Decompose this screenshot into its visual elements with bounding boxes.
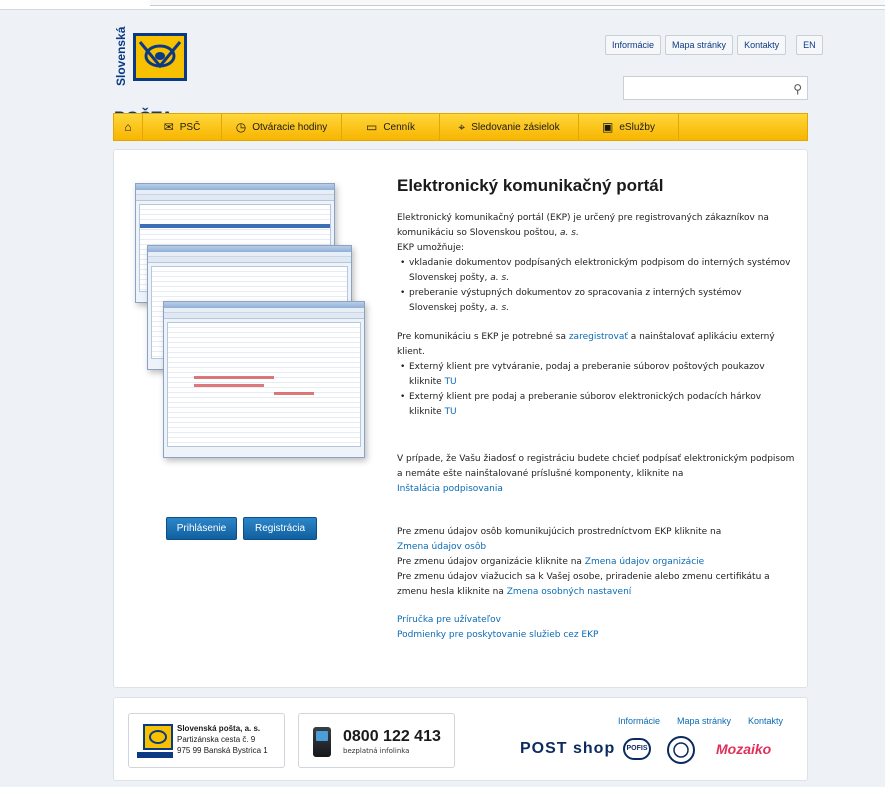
change-persons-text: Pre zmenu údajov osôb komunikujúcich pro… [397, 527, 722, 537]
footer-link-info[interactable]: Informácie [618, 716, 660, 726]
footer-phone-box: 0800 122 413 bezplatná infolinka [298, 713, 455, 768]
changes-block: Pre zmenu údajov osôb komunikujúcich pro… [397, 525, 797, 600]
intro-line-2: komunikáciu so Slovenskou poštou, a. s. [397, 228, 579, 238]
install-signing-link[interactable]: Inštalácia podpisovania [397, 482, 797, 497]
client-1-cont: kliknite TU [409, 377, 457, 387]
screenshot-window-3 [163, 301, 365, 458]
envelope-search-icon: ✉ [163, 120, 174, 134]
top-link-sitemap[interactable]: Mapa stránky [665, 35, 734, 55]
docs-block: Príručka pre užívateľov Podmienky pre po… [397, 613, 797, 643]
logo-vertical-text: Slovenská [114, 26, 128, 86]
sign-line-1: V prípade, že Vašu žiadosť o registráciu… [397, 454, 795, 464]
posta-mini-logo-icon [137, 724, 173, 758]
register-button[interactable]: Registrácia [243, 517, 317, 540]
nav-eservices[interactable]: ▣ eSlužby [579, 114, 679, 140]
footer-city: 975 99 Banská Bystrica 1 [177, 746, 268, 755]
signing-block: V prípade, že Vašu žiadosť o registráciu… [397, 452, 797, 497]
top-link-contacts[interactable]: Kontakty [737, 35, 787, 55]
pofis-logo[interactable]: POFIS [623, 738, 651, 760]
price-tag-icon: ▭ [365, 120, 378, 134]
bullet-1: vkladanie dokumentov podpísaných elektro… [397, 256, 797, 271]
postshop-logo[interactable]: POST shop [520, 740, 615, 758]
enables-label: EKP umožňuje: [397, 243, 465, 253]
app-screenshots-illustration [135, 183, 365, 458]
change-personal-text: Pre zmenu údajov viažucich sa k Vašej os… [397, 572, 770, 582]
emblem-logo-icon[interactable] [666, 735, 696, 765]
top-shade [150, 0, 885, 6]
footer-address-box: Slovenská pošta, a. s. Partizánska cesta… [128, 713, 285, 768]
footer-phone-sub: bezplatná infolinka [343, 747, 410, 755]
page-title: Elektronický komunikačný portál [397, 176, 664, 195]
nav-tracking-label: Sledovanie zásielok [471, 121, 560, 133]
nav-pricelist-label: Cenník [383, 121, 416, 133]
main-nav: ⌂ ✉ PSČ ◷ Otváracie hodiny ▭ Cenník ⌖ Sledov… [113, 113, 808, 141]
footer-link-contacts[interactable]: Kontakty [748, 716, 783, 726]
top-links: Informácie Mapa stránky Kontakty EN [605, 35, 823, 55]
posta-logo[interactable]: Slovenská POŠTA [112, 26, 192, 127]
change-personal-line-2: zmenu hesla kliknite na Zmena osobných n… [397, 587, 632, 597]
nav-psc[interactable]: ✉ PSČ [143, 114, 222, 140]
post-horn-icon [133, 33, 187, 81]
client-1-link[interactable]: TU [445, 377, 457, 387]
nav-psc-label: PSČ [179, 121, 201, 133]
mozaiko-logo[interactable]: Mozaiko [716, 741, 771, 757]
client-2: Externý klient pre podaj a preberanie sú… [397, 390, 797, 405]
nav-opening-hours-label: Otváracie hodiny [252, 121, 328, 133]
register-link[interactable]: zaregistrovať [569, 332, 628, 342]
footer-address: Slovenská pošta, a. s. Partizánska cesta… [177, 723, 268, 756]
top-link-en[interactable]: EN [796, 35, 823, 55]
bullet-1-cont: Slovenskej pošty, a. s. [409, 273, 510, 283]
nav-eservices-label: eSlužby [619, 121, 655, 133]
phone-icon [313, 727, 331, 757]
clock-icon: ◷ [235, 120, 247, 134]
footer-street: Partizánska cesta č. 9 [177, 735, 256, 744]
registration-block: Pre komunikáciu s EKP je potrebné sa zar… [397, 330, 797, 420]
intro-block: Elektronický komunikačný portál (EKP) je… [397, 211, 797, 316]
client-2-link[interactable]: TU [445, 407, 457, 417]
nav-opening-hours[interactable]: ◷ Otváracie hodiny [222, 114, 342, 140]
browser-top-strip [0, 0, 885, 10]
location-pin-icon: ⌖ [458, 119, 466, 134]
home-icon: ⌂ [124, 120, 132, 134]
nav-tracking[interactable]: ⌖ Sledovanie zásielok [440, 114, 579, 140]
user-manual-link[interactable]: Príručka pre užívateľov [397, 613, 797, 628]
nav-home[interactable]: ⌂ [114, 114, 143, 140]
intro-line-1: Elektronický komunikačný portál (EKP) je… [397, 213, 769, 223]
registration-line: Pre komunikáciu s EKP je potrebné sa zar… [397, 332, 775, 342]
sign-line-2: a nemáte ešte nainštalované príslušné ko… [397, 469, 684, 479]
client-1: Externý klient pre vytváranie, podaj a p… [397, 360, 797, 375]
eservice-icon: ▣ [602, 120, 614, 134]
change-org-line: Pre zmenu údajov organizácie kliknite na… [397, 557, 705, 567]
top-link-info[interactable]: Informácie [605, 35, 662, 55]
client-2-cont: kliknite TU [409, 407, 457, 417]
footer-phone-number[interactable]: 0800 122 413 [343, 728, 441, 746]
search-input[interactable]: ⚲ [623, 76, 808, 100]
bullet-2-cont: Slovenskej pošty, a. s. [409, 303, 510, 313]
registration-line-2: klient. [397, 347, 425, 357]
footer-company: Slovenská pošta, a. s. [177, 724, 261, 733]
nav-pricelist[interactable]: ▭ Cenník [342, 114, 440, 140]
login-button[interactable]: Prihlásenie [166, 517, 237, 540]
terms-link[interactable]: Podmienky pre poskytovanie služieb cez E… [397, 628, 797, 643]
search-icon[interactable]: ⚲ [793, 82, 802, 96]
footer-link-sitemap[interactable]: Mapa stránky [677, 716, 731, 726]
bullet-2: preberanie výstupných dokumentov zo spra… [397, 286, 797, 301]
change-personal-link[interactable]: Zmena osobných nastavení [507, 587, 632, 597]
change-org-link[interactable]: Zmena údajov organizácie [585, 557, 704, 567]
change-persons-link[interactable]: Zmena údajov osôb [397, 540, 797, 555]
